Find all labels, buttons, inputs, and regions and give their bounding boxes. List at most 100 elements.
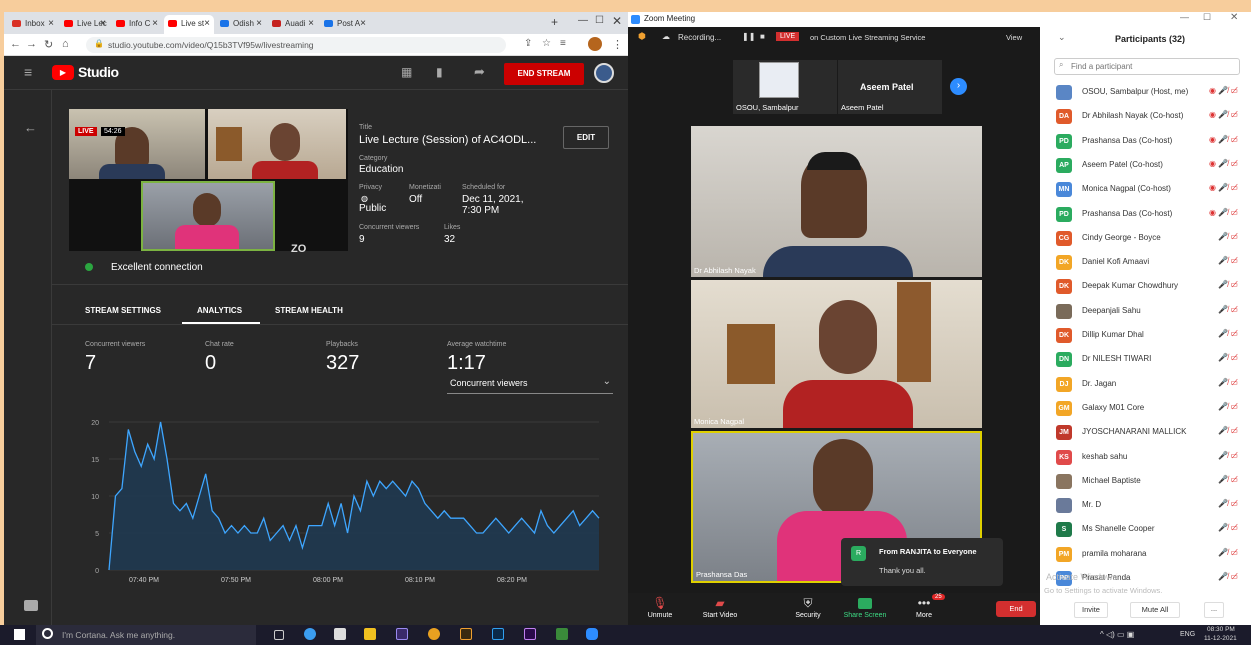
video-tile-abhilash[interactable]: Dr Abhilash Nayak [691, 126, 982, 277]
participant-row[interactable]: DK Daniel Kofi Amaavi 🎤̸ ▭̸ [1056, 252, 1246, 274]
participant-row[interactable]: PM pramila moharana 🎤̸ ▭̸ [1056, 544, 1246, 566]
end-meeting-button[interactable]: End [996, 601, 1036, 617]
end-stream-button[interactable]: END STREAM [504, 63, 584, 85]
browser-tab[interactable]: Post A × [320, 15, 370, 34]
top-tile-aseem[interactable]: Aseem Patel Aseem Patel [838, 60, 942, 114]
participant-row[interactable]: KS keshab sahu 🎤̸ ▭̸ [1056, 447, 1246, 469]
new-tab-button[interactable]: + [551, 15, 558, 29]
browser-tab[interactable]: Info C × [112, 15, 162, 34]
stop-recording-icon[interactable]: ■ [760, 32, 765, 41]
back-arrow-icon[interactable]: ← [24, 120, 37, 135]
metric-dropdown[interactable]: Concurrent viewers ⌄ [447, 376, 613, 394]
language-indicator[interactable]: ENG [1180, 631, 1195, 638]
participant-search-input[interactable] [1054, 58, 1240, 75]
tab-analytics[interactable]: ANALYTICS [197, 306, 242, 315]
tab-stream-settings[interactable]: STREAM SETTINGS [85, 306, 161, 315]
url-field[interactable]: 🔒 studio.youtube.com/video/Q15b3TVf95w/l… [86, 37, 506, 53]
more-button[interactable]: ••• More [894, 593, 954, 619]
browser-tab[interactable]: Live Lec × [60, 15, 110, 34]
media-icon[interactable]: ≡ [560, 38, 566, 49]
tab-close-icon[interactable]: × [360, 18, 366, 29]
participant-row[interactable]: MN Monica Nagpal (Co-host) ◉ 🎤̸ ▭̸ [1056, 179, 1246, 201]
participant-row[interactable]: DJ Dr. Jagan 🎤̸ ▭̸ [1056, 374, 1246, 396]
app-icon[interactable] [556, 628, 568, 640]
system-tray-icons[interactable]: ^ ◁) ▭ ▣ [1100, 630, 1134, 639]
maximize-icon[interactable]: ☐ [595, 15, 604, 26]
reload-icon[interactable]: ↻ [44, 38, 53, 51]
mute-all-button[interactable]: Mute All [1130, 602, 1180, 618]
participant-row[interactable]: DK Dillip Kumar Dhal 🎤̸ ▭̸ [1056, 325, 1246, 347]
adobe-ai-icon[interactable] [460, 628, 472, 640]
windows-start-icon[interactable] [14, 629, 25, 640]
participant-row[interactable]: GM Galaxy M01 Core 🎤̸ ▭̸ [1056, 398, 1246, 420]
minimize-icon[interactable]: — [1180, 12, 1189, 22]
close-icon[interactable]: ✕ [1230, 12, 1238, 23]
browser-tab[interactable]: Inbox × [8, 15, 58, 34]
adobe-ps-icon[interactable] [492, 628, 504, 640]
participant-row[interactable]: CG Cindy George - Boyce 🎤̸ ▭̸ [1056, 228, 1246, 250]
adobe-pr-icon[interactable] [524, 628, 536, 640]
participant-row[interactable]: Deepanjali Sahu 🎤̸ ▭̸ [1056, 301, 1246, 323]
share-screen-button[interactable]: Share Screen [835, 593, 895, 619]
pause-recording-icon[interactable]: ❚❚ [742, 32, 755, 41]
participant-row[interactable]: DK Deepak Kumar Chowdhury 🎤̸ ▭̸ [1056, 276, 1246, 298]
close-icon[interactable]: ✕ [612, 14, 622, 28]
studio-logo[interactable]: Studio [78, 64, 119, 80]
chrome-icon[interactable] [428, 628, 440, 640]
cortana-search-box[interactable]: I'm Cortana. Ask me anything. [36, 625, 256, 645]
edge-icon[interactable] [304, 628, 316, 640]
participant-row[interactable]: DA Dr Abhilash Nayak (Co-host) ◉ 🎤̸ ▭̸ [1056, 106, 1246, 128]
participant-row[interactable]: JM JYOSCHANARANI MALLICK 🎤̸ ▭̸ [1056, 422, 1246, 444]
tab-close-icon[interactable]: × [152, 18, 158, 29]
minimize-icon[interactable]: — [578, 15, 588, 26]
security-button[interactable]: ⛨ Security [778, 593, 838, 619]
top-tile-osou[interactable]: OSOU, Sambalpur [733, 60, 837, 114]
tab-close-icon[interactable]: × [256, 18, 262, 29]
forward-icon[interactable]: → [26, 38, 37, 50]
task-view-icon[interactable] [274, 630, 284, 640]
clapper-icon[interactable]: ▦ [401, 65, 412, 79]
bookmark-icon[interactable]: ▮ [436, 65, 443, 79]
edit-button[interactable]: EDIT [563, 126, 609, 149]
share-arrow-icon[interactable]: ➦ [474, 64, 485, 80]
start-video-button[interactable]: ▰ Start Video [690, 593, 750, 619]
participant-row[interactable]: OSOU, Sambalpur (Host, me) ◉ 🎤̸ ▭̸ [1056, 82, 1246, 104]
browser-tab[interactable]: Odish × [216, 15, 266, 34]
invite-button[interactable]: Invite [1074, 602, 1108, 618]
file-explorer-icon[interactable] [364, 628, 376, 640]
star-icon[interactable]: ☆ [542, 38, 551, 49]
view-button[interactable]: View [1006, 33, 1022, 42]
more-options-button[interactable]: ... [1204, 602, 1224, 618]
live-service-dropdown[interactable]: on Custom Live Streaming Service [810, 33, 925, 42]
hamburger-icon[interactable]: ≡ [24, 64, 32, 80]
video-tile-monica[interactable]: Monica Nagpal [691, 280, 982, 428]
menu-icon[interactable]: ⋮ [612, 38, 623, 51]
tab-close-icon[interactable]: × [308, 18, 314, 29]
unmute-button[interactable]: 🎙 Unmute [630, 593, 690, 619]
collapse-chevron-icon[interactable]: ⌄ [1058, 32, 1066, 43]
participant-row[interactable]: PD Prashansa Das (Co-host) ◉ 🎤̸ ▭̸ [1056, 204, 1246, 226]
zoom-taskbar-icon[interactable] [586, 628, 598, 640]
clock-time[interactable]: 08:30 PM [1207, 626, 1235, 633]
channel-avatar[interactable] [594, 63, 614, 83]
tab-close-icon[interactable]: × [100, 18, 106, 29]
share-icon[interactable]: ⇪ [524, 38, 532, 49]
browser-tab[interactable]: Auadi × [268, 15, 318, 34]
adobe-ae-icon[interactable] [396, 628, 408, 640]
next-page-icon[interactable]: › [950, 78, 967, 95]
participant-row[interactable]: S Ms Shanelle Cooper 🎤̸ ▭̸ [1056, 519, 1246, 541]
home-icon[interactable]: ⌂ [62, 38, 69, 50]
profile-avatar[interactable] [588, 37, 602, 51]
maximize-icon[interactable]: ☐ [1203, 12, 1211, 23]
store-icon[interactable] [334, 628, 346, 640]
tab-close-icon[interactable]: × [204, 18, 210, 29]
participant-row[interactable]: AP Aseem Patel (Co-host) ◉ 🎤̸ ▭̸ [1056, 155, 1246, 177]
chat-popup[interactable]: R From RANJITA to Everyone Thank you all… [841, 538, 1003, 586]
tab-close-icon[interactable]: × [48, 18, 54, 29]
participant-row[interactable]: Michael Baptiste 🎤̸ ▭̸ [1056, 471, 1246, 493]
participant-row[interactable]: PD Prashansa Das (Co-host) ◉ 🎤̸ ▭̸ [1056, 131, 1246, 153]
participant-row[interactable]: DN Dr NILESH TIWARI 🎤̸ ▭̸ [1056, 349, 1246, 371]
back-icon[interactable]: ← [10, 38, 21, 50]
browser-tab[interactable]: Live st × [164, 15, 214, 34]
tab-stream-health[interactable]: STREAM HEALTH [275, 306, 343, 315]
